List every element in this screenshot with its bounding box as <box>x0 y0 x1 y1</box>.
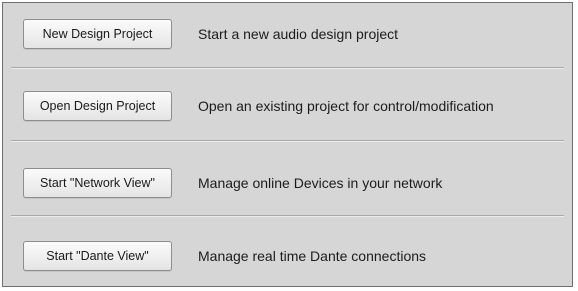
option-row-dante-view: Start "Dante View" Manage real time Dant… <box>3 241 572 271</box>
start-network-view-button[interactable]: Start "Network View" <box>23 168 172 198</box>
divider <box>11 215 564 217</box>
option-row-network-view: Start "Network View" Manage online Devic… <box>3 168 572 198</box>
open-design-project-button[interactable]: Open Design Project <box>23 91 172 121</box>
open-design-project-description: Open an existing project for control/mod… <box>198 98 494 114</box>
option-row-open-design-project: Open Design Project Open an existing pro… <box>3 91 572 121</box>
new-design-project-description: Start a new audio design project <box>198 26 399 42</box>
start-options-panel: New Design Project Start a new audio des… <box>2 2 573 287</box>
start-dante-view-button[interactable]: Start "Dante View" <box>23 241 172 271</box>
divider <box>11 67 564 69</box>
dante-view-description: Manage real time Dante connections <box>198 248 427 264</box>
new-design-project-button[interactable]: New Design Project <box>23 19 172 49</box>
option-row-new-design-project: New Design Project Start a new audio des… <box>3 19 572 49</box>
network-view-description: Manage online Devices in your network <box>198 175 443 191</box>
divider <box>11 140 564 142</box>
